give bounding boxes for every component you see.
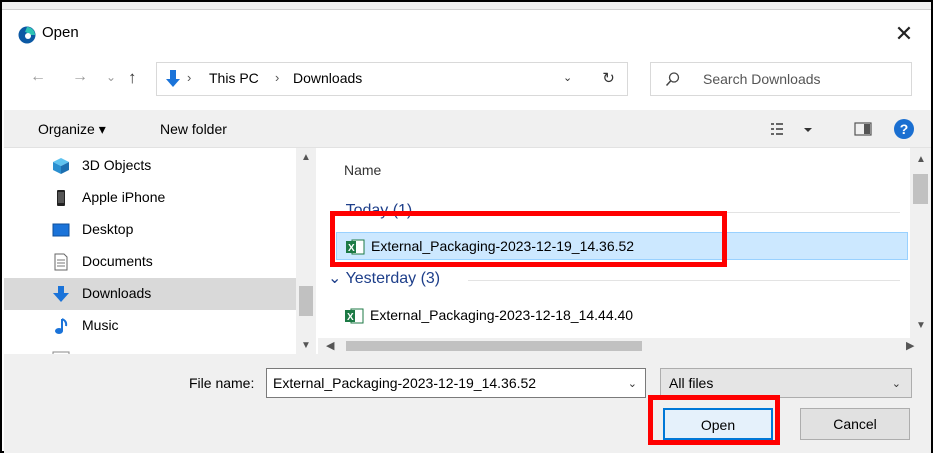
cancel-button[interactable]: Cancel [800, 408, 910, 440]
downloads-location-icon [166, 70, 180, 87]
scroll-up-icon[interactable]: ▲ [916, 154, 926, 165]
scroll-right-icon[interactable]: ▶ [906, 339, 914, 352]
desktop-icon [52, 223, 70, 237]
group-header-yesterday[interactable]: ⌄ Yesterday (3) [328, 268, 440, 288]
file-type-filter[interactable]: All files ⌄ [660, 368, 912, 398]
help-icon[interactable]: ? [894, 119, 914, 139]
chevron-down-icon: ⌄ [328, 202, 342, 219]
up-arrow-icon[interactable]: ↑ [128, 68, 137, 88]
search-input[interactable]: Search Downloads [703, 71, 821, 87]
file-name-label: File name: [189, 375, 255, 391]
scrollbar-thumb[interactable] [299, 286, 313, 316]
view-options-icon[interactable] [770, 120, 814, 138]
sidebar-scrollbar[interactable]: ▲ ▼ [296, 148, 316, 354]
sidebar-item-partial[interactable] [4, 342, 296, 354]
dialog-title: Open [42, 24, 79, 41]
forward-arrow-icon[interactable]: → [72, 68, 88, 86]
close-button[interactable]: ✕ [889, 20, 919, 48]
breadcrumb-separator: › [187, 70, 192, 85]
open-button[interactable]: Open [663, 408, 773, 440]
file-list-item[interactable]: X External_Packaging-2023-12-19_14.36.52 [336, 232, 908, 260]
sidebar-item-desktop[interactable]: Desktop [4, 214, 296, 246]
sidebar-item-label: Apple iPhone [82, 189, 166, 205]
file-list-item[interactable]: X External_Packaging-2023-12-18_14.44.40 [336, 302, 908, 330]
sidebar-item-label: Desktop [82, 221, 134, 237]
file-list-pane: Name ⌄ Today (1) X External_Packaging-20… [318, 148, 931, 338]
documents-icon [54, 253, 68, 271]
file-name: External_Packaging-2023-12-19_14.36.52 [371, 238, 635, 254]
scroll-down-icon[interactable]: ▼ [916, 320, 926, 331]
command-toolbar: Organize ▾ New folder ? [4, 110, 931, 148]
dialog-frame: Open ✕ ← → ⌄ ↑ › This PC › Downloads ⌄ ↻… [0, 0, 933, 453]
breadcrumb-this-pc[interactable]: This PC [209, 70, 259, 86]
column-header-name[interactable]: Name [344, 162, 381, 178]
chevron-down-icon[interactable]: ⌄ [892, 377, 901, 390]
sidebar-item-apple-iphone[interactable]: Apple iPhone [4, 182, 296, 214]
excel-file-icon: X [345, 308, 364, 324]
search-icon [665, 72, 680, 87]
file-name-field[interactable]: External_Packaging-2023-12-19_14.36.52 ⌄ [266, 368, 646, 398]
sidebar-item-music[interactable]: Music [4, 310, 296, 342]
recent-locations-icon[interactable]: ⌄ [106, 70, 116, 84]
dialog-footer: File name: External_Packaging-2023-12-19… [4, 354, 931, 453]
background-window-strip [2, 2, 931, 10]
sidebar-item-label: Downloads [82, 285, 152, 301]
search-box[interactable]: Search Downloads [650, 62, 912, 96]
group-divider [442, 212, 900, 213]
refresh-button[interactable]: ↻ [590, 62, 628, 96]
3d-objects-icon [53, 158, 69, 174]
scrollbar-thumb[interactable] [346, 341, 642, 351]
back-arrow-icon[interactable]: ← [30, 68, 46, 86]
sidebar-item-3d-objects[interactable]: 3D Objects [4, 150, 296, 182]
scroll-down-icon[interactable]: ▼ [301, 340, 311, 351]
sidebar-item-documents[interactable]: Documents [4, 246, 296, 278]
file-name-value: External_Packaging-2023-12-19_14.36.52 [273, 375, 537, 391]
downloads-icon [53, 286, 69, 302]
file-type-value: All files [669, 375, 714, 391]
navigation-row: ← → ⌄ ↑ › This PC › Downloads ⌄ ↻ Search… [4, 58, 931, 102]
svg-text:X: X [348, 243, 355, 254]
music-icon [55, 318, 68, 334]
chevron-down-icon[interactable]: ⌄ [628, 377, 637, 390]
title-bar: Open ✕ [4, 14, 931, 54]
address-bar[interactable]: › This PC › Downloads ⌄ [156, 62, 628, 96]
group-label: Today (1) [345, 202, 413, 219]
chevron-down-icon[interactable]: ⌄ [563, 71, 572, 84]
file-list-horizontal-scrollbar[interactable]: ◀ ▶ [318, 338, 931, 354]
navigation-pane: 3D Objects Apple iPhone Desktop Document… [4, 148, 316, 354]
edge-browser-icon [18, 26, 36, 44]
chevron-down-icon: ⌄ [328, 270, 342, 287]
organize-button[interactable]: Organize ▾ [38, 121, 106, 138]
group-header-today[interactable]: ⌄ Today (1) [328, 200, 412, 220]
excel-file-icon: X [346, 239, 365, 255]
file-list-vertical-scrollbar[interactable]: ▲ ▼ [910, 148, 931, 338]
file-name: External_Packaging-2023-12-18_14.44.40 [370, 307, 634, 323]
svg-text:X: X [347, 312, 354, 323]
scroll-left-icon[interactable]: ◀ [326, 339, 334, 352]
phone-icon [57, 190, 65, 206]
breadcrumb-downloads[interactable]: Downloads [293, 70, 362, 86]
new-folder-button[interactable]: New folder [160, 121, 227, 137]
sidebar-item-downloads[interactable]: Downloads [4, 278, 296, 310]
scroll-up-icon[interactable]: ▲ [301, 152, 311, 163]
group-divider [468, 280, 900, 281]
group-label: Yesterday (3) [345, 270, 441, 287]
sidebar-item-label: Music [82, 317, 119, 333]
sidebar-item-label: 3D Objects [82, 157, 152, 173]
sidebar-item-label: Documents [82, 253, 153, 269]
preview-pane-icon[interactable] [854, 122, 872, 136]
scrollbar-thumb[interactable] [913, 174, 928, 204]
breadcrumb-separator: › [275, 70, 280, 85]
